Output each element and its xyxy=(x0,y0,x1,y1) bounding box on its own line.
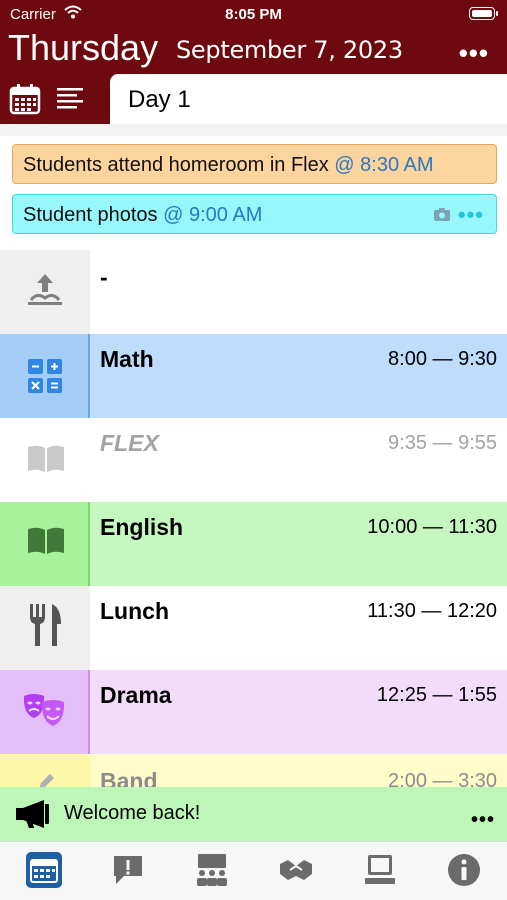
day-label: Day 1 xyxy=(128,86,191,113)
class-name: FLEX xyxy=(100,430,159,456)
calendar-icon[interactable] xyxy=(8,82,42,116)
list-icon[interactable] xyxy=(54,82,88,116)
notice-time: @ 9:00 AM xyxy=(163,204,263,226)
class-name: Drama xyxy=(100,682,172,708)
class-time: 9:35 — 9:55 xyxy=(388,432,497,454)
class-name: English xyxy=(100,514,184,540)
calculator-icon xyxy=(28,359,62,393)
announcement-homeroom[interactable]: Students attend homeroom in Flex @ 8:30 … xyxy=(12,144,497,184)
schedule-row-drama[interactable]: Drama 12:25 — 1:55 xyxy=(0,670,507,754)
class-name: Math xyxy=(100,346,154,372)
schedule-row-english[interactable]: English 10:00 — 11:30 xyxy=(0,502,507,586)
date-header: Thursday September 7, 2023 ••• xyxy=(0,28,507,74)
announcement-photos[interactable]: Student photos @ 9:00 AM ••• xyxy=(12,194,497,234)
classroom-tab-icon[interactable] xyxy=(194,852,230,888)
status-bar: Carrier 8:05 PM xyxy=(0,0,507,28)
class-time: 8:00 — 9:30 xyxy=(388,348,497,370)
calendar-tab-icon[interactable] xyxy=(26,852,62,888)
class-name: - xyxy=(100,264,108,290)
day-tab[interactable]: Day 1 xyxy=(110,74,507,124)
alert-tab-icon[interactable] xyxy=(110,852,146,888)
battery-icon xyxy=(469,7,498,20)
handshake-tab-icon[interactable] xyxy=(278,852,314,888)
computer-tab-icon[interactable] xyxy=(362,852,398,888)
tab-bar xyxy=(0,841,507,900)
ellipsis-icon[interactable]: ••• xyxy=(458,195,484,235)
separator xyxy=(0,124,507,136)
notice-text: Student photos xyxy=(23,204,158,226)
notice-text: Students attend homeroom in Flex xyxy=(23,154,329,176)
class-time: 10:00 — 11:30 xyxy=(367,516,497,538)
class-time: 12:25 — 1:55 xyxy=(376,684,497,706)
fork-knife-icon xyxy=(30,604,61,646)
schedule-row-blank[interactable]: - xyxy=(0,250,507,334)
info-tab-icon[interactable] xyxy=(446,852,482,888)
banner-text: Welcome back! xyxy=(64,802,201,824)
welcome-banner[interactable]: Welcome back! ••• xyxy=(0,787,507,841)
notice-time: @ 8:30 AM xyxy=(334,154,434,176)
schedule-row-lunch[interactable]: Lunch 11:30 — 12:20 xyxy=(0,586,507,670)
weekday-title: Thursday xyxy=(8,27,159,68)
class-name: Lunch xyxy=(100,598,169,624)
schedule-row-flex[interactable]: FLEX 9:35 — 9:55 xyxy=(0,418,507,502)
theater-masks-icon xyxy=(23,694,65,726)
schedule-row-math[interactable]: Math 8:00 — 9:30 xyxy=(0,334,507,418)
date-title: September 7, 2023 xyxy=(176,36,403,64)
clock: 8:05 PM xyxy=(225,6,282,23)
day-toolbar: Day 1 xyxy=(0,74,507,124)
upload-tray-icon xyxy=(28,274,62,305)
book-icon xyxy=(28,445,64,472)
class-time: 11:30 — 12:20 xyxy=(367,600,497,622)
megaphone-icon xyxy=(16,800,49,828)
ellipsis-icon[interactable]: ••• xyxy=(471,809,495,832)
ellipsis-icon[interactable]: ••• xyxy=(459,38,489,69)
camera-icon xyxy=(434,208,450,221)
book-icon xyxy=(28,527,64,554)
